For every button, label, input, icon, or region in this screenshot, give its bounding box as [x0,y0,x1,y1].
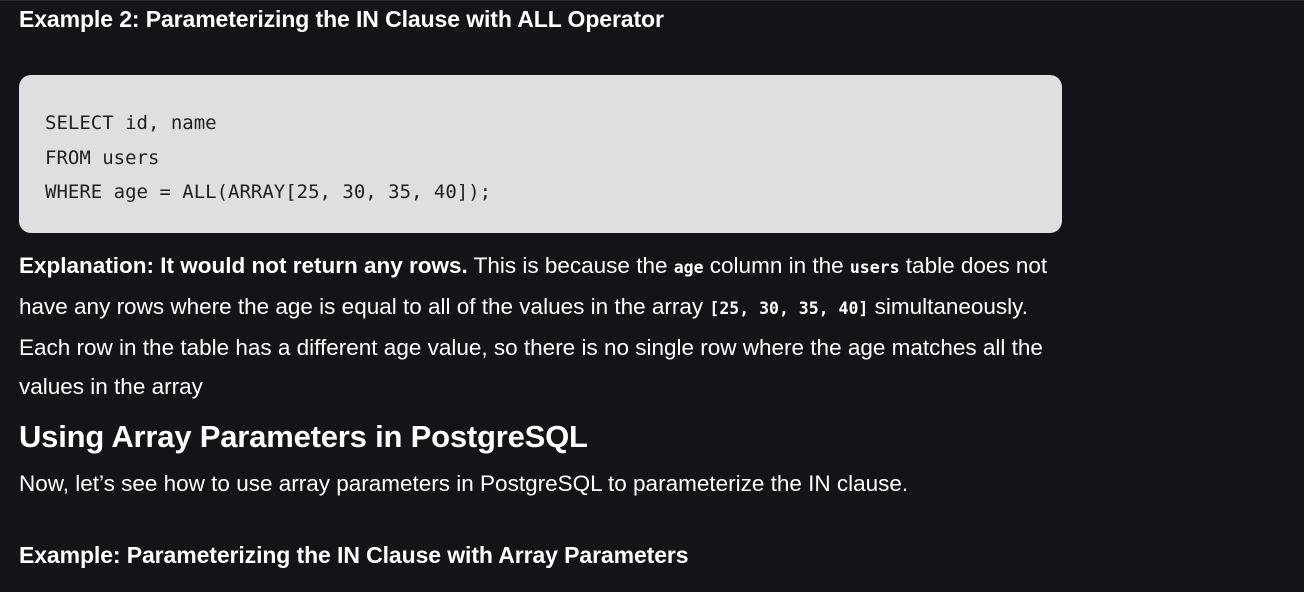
code-line: WHERE age = ALL(ARRAY[25, 30, 35, 40]); [45,181,492,203]
example-2-heading: Example 2: Parameterizing the IN Clause … [19,6,664,32]
code-line: SELECT id, name [45,112,217,134]
explanation-text: column in the [703,253,850,278]
section-intro: Now, let’s see how to use array paramete… [19,471,909,496]
code-block[interactable]: SELECT id, name FROM users WHERE age = A… [19,75,1062,233]
example-heading: Example: Parameterizing the IN Clause wi… [19,542,689,568]
explanation-paragraph: Explanation: It would not return any row… [19,246,1062,406]
inline-code-age: age [673,258,704,277]
inline-code-users: users [849,258,900,277]
code-line: FROM users [45,146,160,169]
section-heading: Using Array Parameters in PostgreSQL [19,419,588,454]
explanation-label: Explanation: It would not return any row… [19,253,468,278]
explanation-text: This is because the [467,253,674,278]
inline-code-array: [25, 30, 35, 40] [709,299,869,318]
